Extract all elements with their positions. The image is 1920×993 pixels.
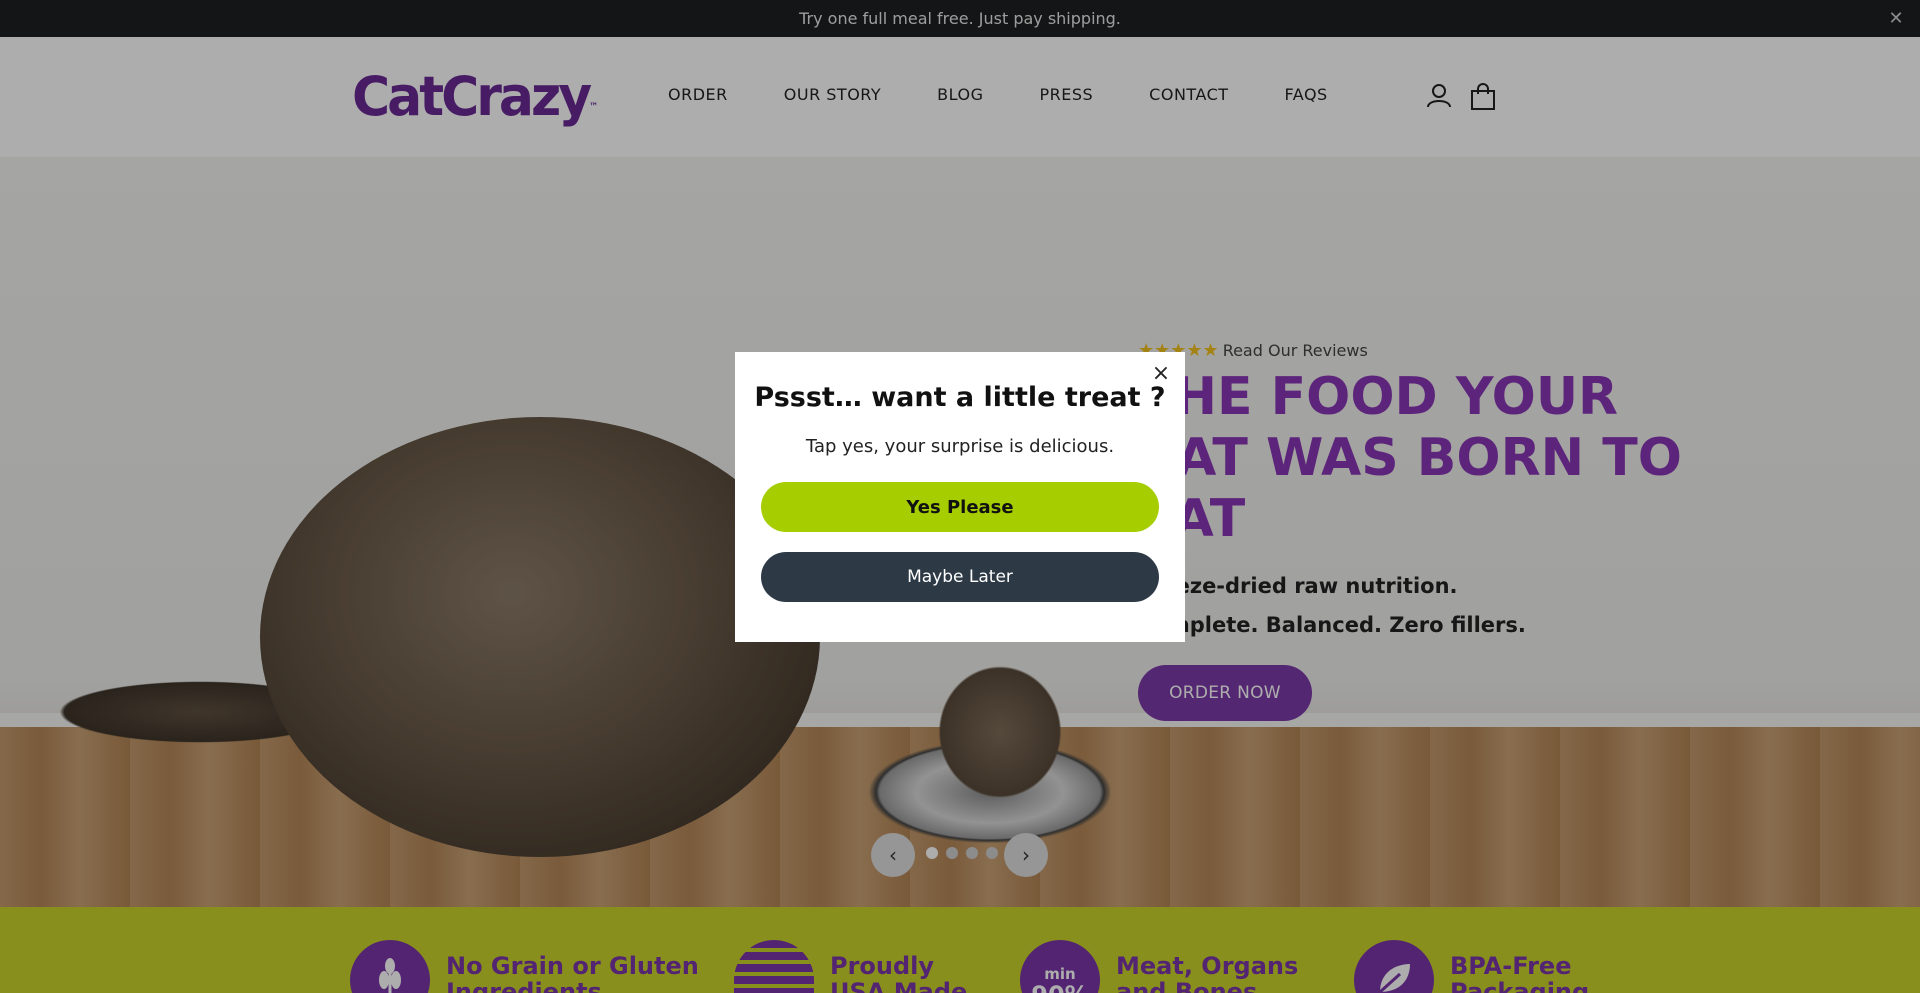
maybe-later-button[interactable]: Maybe Later: [761, 552, 1159, 602]
modal-title: Pssst… want a little treat ?: [754, 382, 1166, 413]
treat-popup-modal: × Pssst… want a little treat ? Tap yes, …: [735, 352, 1185, 642]
modal-text: Tap yes, your surprise is delicious.: [805, 436, 1115, 457]
yes-please-button[interactable]: Yes Please: [761, 482, 1159, 532]
